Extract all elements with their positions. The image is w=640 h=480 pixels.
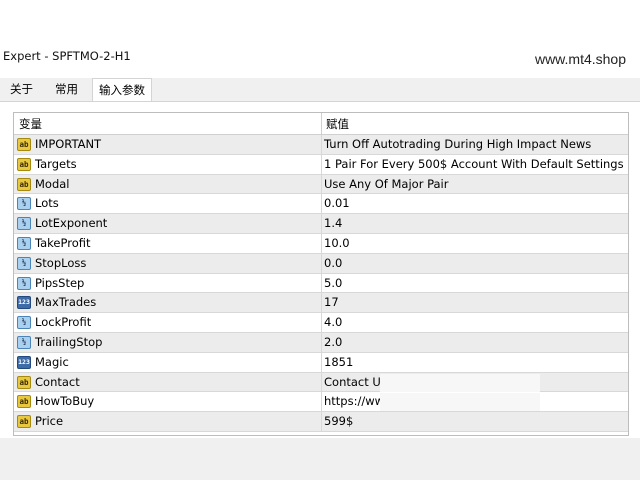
param-name: Magic bbox=[35, 354, 69, 369]
param-name: Contact bbox=[35, 374, 80, 389]
param-name: MaxTrades bbox=[35, 295, 97, 310]
tab-about[interactable]: 关于 bbox=[6, 78, 37, 101]
param-value[interactable]: 1 Pair For Every 500$ Account With Defau… bbox=[324, 157, 624, 171]
column-separator bbox=[321, 293, 322, 313]
parameters-grid: 变量 赋值 ab IMPORTANT Turn Off Autotrading D… bbox=[13, 112, 629, 436]
param-name: Lots bbox=[35, 196, 59, 211]
param-row[interactable]: ab IMPORTANT Turn Off Autotrading During … bbox=[14, 135, 628, 155]
param-name: StopLoss bbox=[35, 255, 87, 270]
param-value[interactable]: 17 bbox=[324, 295, 339, 309]
tab-strip: 关于 常用 输入参数 bbox=[0, 78, 640, 102]
column-separator bbox=[321, 214, 322, 233]
integer-param-icon: 123 bbox=[17, 355, 31, 369]
watermark-text: www.mt4.shop bbox=[534, 51, 626, 67]
param-row[interactable]: ½ TrailingStop 2.0 bbox=[14, 333, 628, 353]
param-name: Targets bbox=[35, 156, 77, 171]
bottom-background bbox=[0, 438, 640, 480]
grid-header: 变量 赋值 bbox=[14, 113, 628, 135]
param-row[interactable]: ½ LotExponent 1.4 bbox=[14, 214, 628, 234]
column-separator bbox=[321, 273, 322, 293]
double-param-icon: ½ bbox=[17, 316, 31, 330]
string-param-icon: ab bbox=[17, 157, 31, 171]
param-value[interactable]: 10.0 bbox=[324, 236, 350, 250]
param-name: PipsStep bbox=[35, 275, 85, 290]
column-separator bbox=[321, 174, 322, 194]
double-param-icon: ½ bbox=[17, 197, 31, 211]
param-row[interactable]: ½ Lots 0.01 bbox=[14, 194, 628, 215]
param-name: Modal bbox=[35, 176, 70, 191]
param-value[interactable]: 1.4 bbox=[324, 216, 342, 230]
param-value[interactable]: Turn Off Autotrading During High Impact … bbox=[324, 137, 591, 151]
param-value[interactable]: 1851 bbox=[324, 355, 353, 369]
string-param-icon: ab bbox=[17, 138, 31, 151]
param-value[interactable]: 599$ bbox=[324, 414, 353, 428]
header-variable[interactable]: 变量 bbox=[19, 116, 42, 132]
header-separator bbox=[321, 113, 322, 134]
double-param-icon: ½ bbox=[17, 336, 31, 349]
param-name: HowToBuy bbox=[35, 394, 95, 409]
column-separator bbox=[321, 234, 322, 253]
param-name: TrailingStop bbox=[35, 335, 103, 349]
tab-common[interactable]: 常用 bbox=[51, 78, 82, 101]
param-row[interactable]: ab Modal Use Any Of Major Pair bbox=[14, 174, 628, 195]
column-separator bbox=[321, 392, 322, 412]
param-name: IMPORTANT bbox=[35, 137, 102, 151]
double-param-icon: ½ bbox=[17, 256, 31, 270]
inputs-panel: 变量 赋值 ab IMPORTANT Turn Off Autotrading D… bbox=[0, 101, 640, 438]
integer-param-icon: 123 bbox=[17, 296, 31, 310]
tab-inputs[interactable]: 输入参数 bbox=[92, 78, 152, 102]
param-row[interactable]: ½ StopLoss 0.0 bbox=[14, 253, 628, 274]
column-separator bbox=[321, 135, 322, 154]
param-name: Price bbox=[35, 414, 64, 429]
column-separator bbox=[321, 352, 322, 372]
column-separator bbox=[321, 412, 322, 431]
top-background bbox=[0, 0, 640, 40]
header-value[interactable]: 赋值 bbox=[326, 116, 349, 132]
column-separator bbox=[321, 194, 322, 214]
column-separator bbox=[321, 333, 322, 352]
column-separator bbox=[321, 154, 322, 174]
param-row[interactable]: ½ PipsStep 5.0 bbox=[14, 273, 628, 294]
param-name: LockProfit bbox=[35, 315, 92, 330]
param-row[interactable]: ½ TakeProfit 10.0 bbox=[14, 234, 628, 254]
param-value[interactable]: 5.0 bbox=[324, 276, 342, 290]
string-param-icon: ab bbox=[17, 395, 31, 409]
redacted-area bbox=[380, 393, 540, 412]
double-param-icon: ½ bbox=[17, 276, 31, 290]
string-param-icon: ab bbox=[17, 177, 31, 191]
param-value[interactable]: Contact Us bbox=[324, 375, 387, 389]
window-title: Expert - SPFTMO-2-H1 bbox=[3, 49, 131, 63]
string-param-icon: ab bbox=[17, 415, 31, 429]
redacted-area bbox=[380, 373, 540, 392]
param-value[interactable]: 0.0 bbox=[324, 256, 342, 270]
double-param-icon: ½ bbox=[17, 237, 31, 250]
param-name: LotExponent bbox=[35, 216, 108, 231]
param-value[interactable]: Use Any Of Major Pair bbox=[324, 177, 448, 191]
double-param-icon: ½ bbox=[17, 217, 31, 231]
param-row[interactable]: ab Price 599$ bbox=[14, 412, 628, 432]
param-row[interactable]: 123 Magic 1851 bbox=[14, 352, 628, 373]
string-param-icon: ab bbox=[17, 375, 31, 389]
param-row[interactable]: 123 MaxTrades 17 bbox=[14, 293, 628, 314]
param-name: TakeProfit bbox=[35, 236, 91, 250]
title-bar: Expert - SPFTMO-2-H1 www.mt4.shop bbox=[0, 40, 640, 78]
column-separator bbox=[321, 313, 322, 332]
param-row[interactable]: ½ LockProfit 4.0 bbox=[14, 313, 628, 333]
column-separator bbox=[321, 372, 322, 392]
param-row[interactable]: ab Targets 1 Pair For Every 500$ Account W… bbox=[14, 154, 628, 175]
param-value[interactable]: 4.0 bbox=[324, 315, 342, 329]
column-separator bbox=[321, 253, 322, 273]
param-value[interactable]: 2.0 bbox=[324, 335, 342, 349]
param-value[interactable]: 0.01 bbox=[324, 196, 350, 210]
